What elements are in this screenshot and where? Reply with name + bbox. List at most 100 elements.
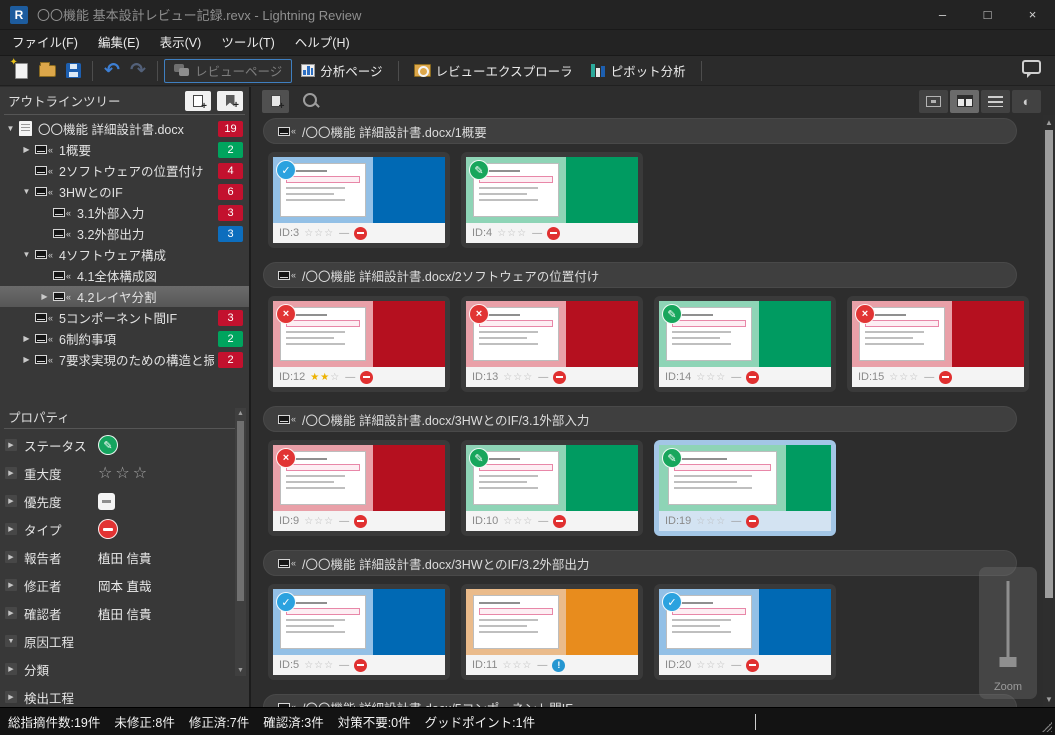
menu-item[interactable]: ファイル(F) [2,30,88,56]
property-row[interactable]: ▶重大度☆☆☆ [0,459,249,487]
review-card[interactable]: ✓ID:20☆☆☆— [654,584,836,680]
property-label: ステータス [24,436,98,455]
expand-icon[interactable]: ▶ [20,334,33,343]
zoom-slider-track [1007,581,1010,661]
review-card[interactable]: ✎ID:14☆☆☆— [654,296,836,392]
menu-item[interactable]: ヘルプ(H) [285,30,360,56]
tree-item[interactable]: ▶«7要求実現のための構造と振る舞い2 [0,349,249,370]
review-explorer-button[interactable]: レビューエクスプローラ [405,59,582,83]
expand-icon[interactable]: ▶ [20,355,33,364]
collapse-icon[interactable]: ▼ [20,187,33,196]
undo-icon[interactable]: ↶ [101,60,123,82]
section-icon: « [278,414,296,424]
expand-icon[interactable]: ▶ [5,691,17,703]
review-card[interactable]: ×ID:9☆☆☆— [268,440,450,536]
tree-item[interactable]: «5コンポーネント間IF3 [0,307,249,328]
collapse-icon[interactable]: ▼ [20,250,33,259]
scrollbar-thumb[interactable] [1045,130,1053,598]
property-row[interactable]: ▶確認者植田 信貴 [0,599,249,627]
review-card[interactable]: ✎ID:19☆☆☆— [654,440,836,536]
comment-bubble-icon[interactable] [1022,60,1041,74]
expand-icon[interactable]: ▶ [5,523,17,535]
expand-icon[interactable]: ▶ [5,663,17,675]
property-row[interactable]: ▶修正者岡本 直哉 [0,571,249,599]
thumbnail-view-button[interactable] [950,90,979,113]
property-row[interactable]: ▶優先度 [0,487,249,515]
count-badge: 2 [218,331,243,347]
add-page-button[interactable] [185,91,211,111]
add-scene-button[interactable] [262,90,289,113]
scrollbar-thumb[interactable] [237,421,244,601]
menu-item[interactable]: 編集(E) [88,30,150,56]
property-value: 植田 信貴 [98,604,151,623]
review-card[interactable]: ×ID:12★★☆— [268,296,450,392]
group-header[interactable]: «/〇〇機能 詳細設計書.docx/5コンポーネント間IF [263,694,1017,707]
expand-icon[interactable]: ▶ [20,145,33,154]
group-header[interactable]: «/〇〇機能 詳細設計書.docx/2ソフトウェアの位置付け [263,262,1017,288]
card-thumbnail: ✓ [273,589,445,655]
new-file-icon[interactable] [10,60,32,82]
expand-icon[interactable]: ▶ [5,439,17,451]
tree-item[interactable]: «2ソフトウェアの位置付け4 [0,160,249,181]
menu-item[interactable]: ツール(T) [211,30,284,56]
section-icon: « [35,166,53,176]
tree-item[interactable]: ▶«4.2レイヤ分割 [0,286,249,307]
minimize-button[interactable]: – [920,0,965,29]
review-card[interactable]: ID:11☆☆☆—! [461,584,643,680]
analysis-page-button[interactable]: 分析ページ [292,59,391,83]
zoom-slider[interactable]: Zoom [979,567,1037,699]
resize-grip-icon[interactable] [1042,722,1052,732]
property-row[interactable]: ▶分類 [0,655,249,683]
review-card[interactable]: ×ID:13☆☆☆— [461,296,643,392]
add-bookmark-button[interactable]: + [217,91,243,111]
tree-item[interactable]: ▼«3HWとのIF6 [0,181,249,202]
review-card[interactable]: ✎ID:10☆☆☆— [461,440,643,536]
property-row[interactable]: ▼ 原因工程 [0,627,249,655]
property-row[interactable]: ▶タイプ [0,515,249,543]
tree-item[interactable]: ▼«4ソフトウェア構成 [0,244,249,265]
contrast-view-button[interactable]: ◐ [1012,90,1041,113]
maximize-button[interactable]: □ [965,0,1010,29]
property-row[interactable]: ▶報告者植田 信貴 [0,543,249,571]
tree-item[interactable]: ▼〇〇機能 詳細設計書.docx19 [0,118,249,139]
expand-icon[interactable]: ▶ [5,495,17,507]
main-scrollbar[interactable]: ▲ ▼ [1043,115,1055,707]
review-page-button[interactable]: レビューページ [164,59,292,83]
property-label: 原因工程 [24,632,98,651]
tree-item[interactable]: ▶«6制約事項2 [0,328,249,349]
save-icon[interactable] [62,60,84,82]
expand-icon[interactable]: ▶ [38,292,51,301]
review-card[interactable]: ✓ID:3☆☆☆— [268,152,450,248]
tree-item[interactable]: ▶«1概要2 [0,139,249,160]
property-row[interactable]: ▶ステータス✎ [0,431,249,459]
open-folder-icon[interactable] [36,60,58,82]
fit-view-button[interactable] [919,90,948,113]
expand-icon[interactable]: ▶ [5,607,17,619]
pivot-analysis-button[interactable]: ピボット分析 [582,59,695,83]
expand-icon[interactable]: ▶ [5,551,17,563]
review-card[interactable]: ✎ID:4☆☆☆— [461,152,643,248]
properties-scrollbar[interactable]: ▲ ▼ [235,408,246,676]
group-header[interactable]: «/〇〇機能 詳細設計書.docx/1概要 [263,118,1017,144]
tree-item[interactable]: «3.2外部出力3 [0,223,249,244]
good-point-icon: ! [552,659,565,672]
review-card[interactable]: ×ID:15☆☆☆— [847,296,1029,392]
collapse-icon[interactable]: ▼ [4,124,17,133]
group-header[interactable]: «/〇〇機能 詳細設計書.docx/3HWとのIF/3.2外部出力 [263,550,1017,576]
redo-icon[interactable]: ↷ [127,60,149,82]
tree-item[interactable]: «3.1外部入力3 [0,202,249,223]
tree-item[interactable]: «4.1全体構成図 [0,265,249,286]
search-icon[interactable] [300,90,322,112]
expand-icon[interactable]: ▶ [5,579,17,591]
expand-icon[interactable]: ▶ [5,467,17,479]
group-header[interactable]: «/〇〇機能 詳細設計書.docx/3HWとのIF/3.1外部入力 [263,406,1017,432]
property-row[interactable]: ▶検出工程 [0,683,249,707]
fit-screen-icon [926,96,941,107]
collapse-icon[interactable]: ▼ [5,635,17,647]
close-button[interactable]: × [1010,0,1055,29]
review-card[interactable]: ✓ID:5☆☆☆— [268,584,450,680]
zoom-slider-handle[interactable] [1000,657,1017,667]
list-view-button[interactable] [981,90,1010,113]
severity-stars[interactable]: ☆☆☆ [98,463,150,483]
menu-item[interactable]: 表示(V) [150,30,212,56]
